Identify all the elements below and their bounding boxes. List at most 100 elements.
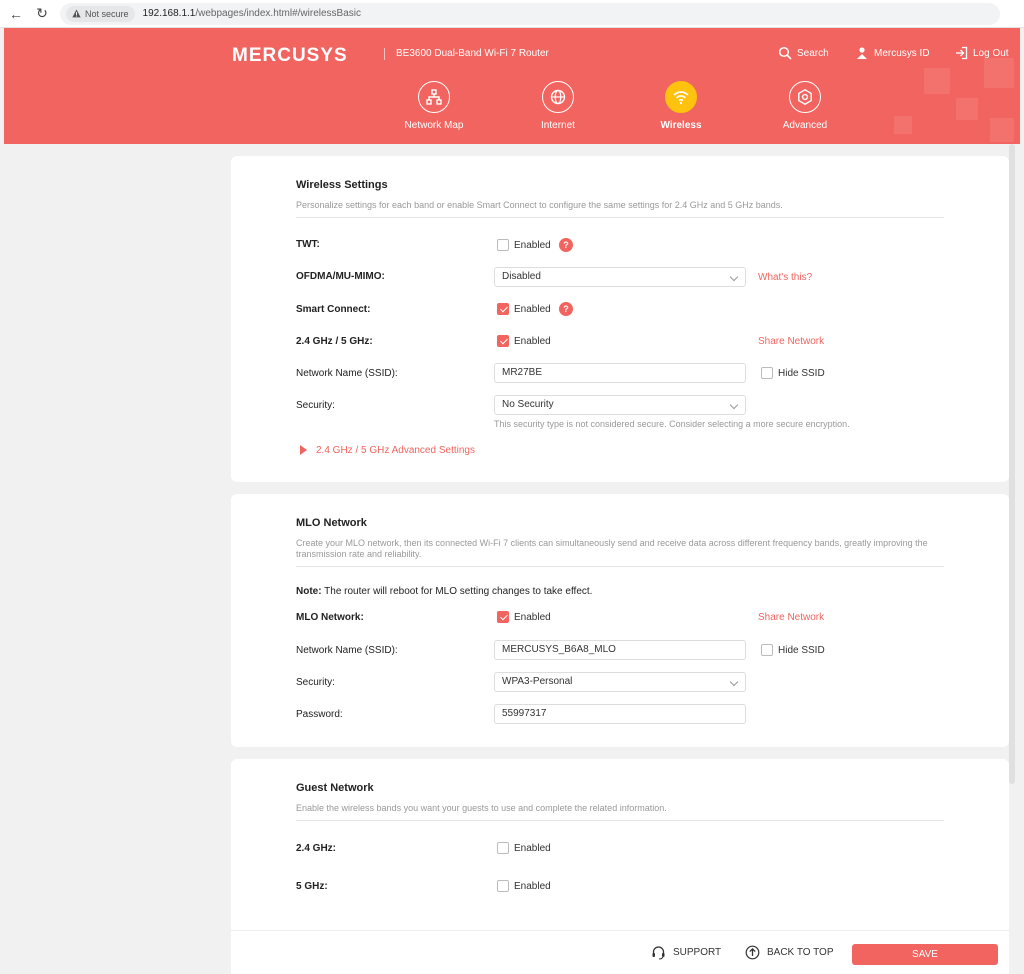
mlo-hide-ssid-label: Hide SSID [778,645,825,656]
ofdma-label: OFDMA/MU-MIMO: [296,271,385,282]
gear-icon [798,88,812,106]
band-checkbox[interactable] [497,335,509,347]
url-field[interactable]: Not secure 192.168.1.1/webpages/index.ht… [60,2,1000,25]
mlo-password-input-value: 55997317 [502,708,547,719]
whats-this-link[interactable]: What's this? [758,272,812,283]
section-description: Personalize settings for each band or en… [296,200,783,210]
url-host: 192.168.1.1 [142,8,196,19]
section-title: MLO Network [296,517,367,529]
tab-label: Advanced [782,120,828,131]
mlo-share-network-link[interactable]: Share Network [758,612,824,623]
guest-24ghz-checkbox-label: Enabled [514,843,551,854]
logout-icon [956,46,968,60]
ssid-input[interactable]: MR27BE [494,363,746,383]
mlo-security-select[interactable]: WPA3-Personal [494,672,746,692]
ofdma-select-value: Disabled [502,271,541,282]
back-to-top-link[interactable]: BACK TO TOP [745,945,834,960]
tab-label: Network Map [404,120,464,131]
mlo-network-label: MLO Network: [296,612,364,623]
logout-link[interactable]: Log Out [954,46,1009,60]
guest-24ghz-checkbox[interactable] [497,842,509,854]
guest-5ghz-label: 5 GHz: [296,881,328,892]
smart-connect-checkbox[interactable] [497,303,509,315]
share-network-link[interactable]: Share Network [758,336,824,347]
url-path: /webpages/index.html#/wirelessBasic [195,8,361,19]
guest-5ghz-checkbox-label: Enabled [514,881,551,892]
divider [296,820,944,821]
brand-divider [384,48,385,60]
not-secure-label: Not secure [85,8,129,19]
guest-network-card: Guest Network Enable the wireless bands … [231,759,1009,939]
page-scrollbar[interactable] [1009,144,1015,784]
back-to-top-label: BACK TO TOP [767,947,834,958]
tab-network-map[interactable]: Network Map [389,81,479,131]
mercusys-id-label: Mercusys ID [874,47,930,59]
header-decoration [990,118,1014,142]
network-map-icon [426,89,442,105]
twt-label: TWT: [296,239,320,250]
logout-label: Log Out [973,47,1009,59]
mlo-password-input[interactable]: 55997317 [494,704,746,724]
twt-checkbox-label: Enabled [514,240,551,251]
twt-checkbox[interactable] [497,239,509,251]
page-footer: SUPPORT BACK TO TOP SAVE [231,930,1009,974]
note-bold: Note: [296,586,322,597]
mlo-network-checkbox[interactable] [497,611,509,623]
ofdma-select[interactable]: Disabled [494,267,746,287]
guest-24ghz-label: 2.4 GHz: [296,843,337,854]
band-checkbox-label: Enabled [514,336,551,347]
arrow-left-icon[interactable]: ← [6,4,26,24]
globe-icon [550,89,566,105]
header-decoration [984,58,1014,88]
arrow-up-circle-icon [745,945,760,960]
advanced-settings-link[interactable]: 2.4 GHz / 5 GHz Advanced Settings [316,445,475,456]
divider [296,566,944,567]
router-model: BE3600 Dual-Band Wi-Fi 7 Router [396,48,549,59]
mlo-network-checkbox-label: Enabled [514,612,551,623]
chevron-down-icon [729,677,739,687]
support-link[interactable]: SUPPORT [651,945,721,960]
mlo-note: Note: The router will reboot for MLO set… [296,586,592,597]
mlo-hide-ssid-checkbox[interactable] [761,644,773,656]
warning-icon [72,9,81,18]
search-icon [778,46,792,60]
mlo-ssid-label: Network Name (SSID): [296,645,398,656]
smart-connect-checkbox-label: Enabled [514,304,551,315]
not-secure-badge[interactable]: Not secure [66,5,135,22]
hide-ssid-checkbox[interactable] [761,367,773,379]
guest-5ghz-checkbox[interactable] [497,880,509,892]
wifi-icon [673,91,689,105]
header-decoration [894,116,912,134]
search-label: Search [797,47,829,59]
smart-connect-help-icon[interactable]: ? [559,302,573,316]
wireless-settings-card: Wireless Settings Personalize settings f… [231,156,1009,482]
caret-right-icon[interactable] [300,445,307,455]
security-select[interactable]: No Security [494,395,746,415]
reload-icon[interactable]: ↻ [32,4,52,24]
note-text: The router will reboot for MLO setting c… [321,586,593,597]
app-header: MERCUSYS BE3600 Dual-Band Wi-Fi 7 Router… [4,28,1020,144]
support-label: SUPPORT [673,947,722,958]
chevron-down-icon [729,400,739,410]
mlo-security-label: Security: [296,677,335,688]
header-decoration [956,98,978,120]
tab-label: Internet [541,120,575,131]
tab-wireless[interactable]: Wireless [636,81,726,131]
save-button[interactable]: SAVE [852,944,998,965]
mercusys-id-link[interactable]: Mercusys ID [855,46,930,60]
ssid-label: Network Name (SSID): [296,368,398,379]
tab-advanced[interactable]: Advanced [760,81,850,131]
tab-internet[interactable]: Internet [513,81,603,131]
hide-ssid-label: Hide SSID [778,368,825,379]
brand-logo[interactable]: MERCUSYS [232,45,348,67]
security-hint: This security type is not considered sec… [494,419,850,429]
section-description: Create your MLO network, then its connec… [296,538,928,559]
mlo-security-select-value: WPA3-Personal [502,676,573,687]
divider [296,217,944,218]
section-description: Enable the wireless bands you want your … [296,803,667,813]
ssid-input-value: MR27BE [502,367,543,378]
mlo-ssid-input[interactable]: MERCUSYS_B6A8_MLO [494,640,746,660]
twt-help-icon[interactable]: ? [559,238,573,252]
search-link[interactable]: Search [778,46,829,60]
header-decoration [924,68,950,94]
